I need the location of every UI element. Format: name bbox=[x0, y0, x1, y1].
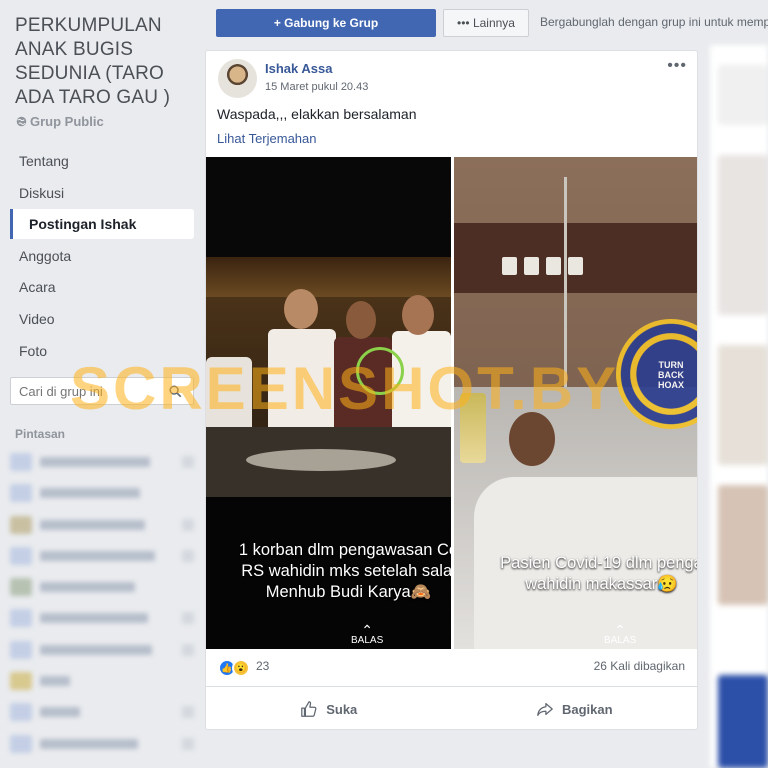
group-sidebar: PERKUMPULAN ANAK BUGIS SEDUNIA (TARO ADA… bbox=[0, 0, 200, 768]
reaction-icons[interactable]: 👍 😮 bbox=[218, 659, 250, 677]
author-name[interactable]: Ishak Assa bbox=[265, 61, 332, 76]
nav-item-postingan[interactable]: Postingan Ishak bbox=[10, 209, 194, 240]
post-actions: Suka Bagikan bbox=[206, 691, 697, 727]
like-label: Suka bbox=[326, 701, 358, 717]
shortcut-item[interactable] bbox=[10, 513, 194, 537]
nav-item-diskusi[interactable]: Diskusi bbox=[10, 178, 194, 208]
group-nav: Tentang Diskusi Postingan Ishak Anggota … bbox=[10, 146, 194, 367]
post-card: Ishak Assa 15 Maret pukul 20.43 ••• Wasp… bbox=[205, 50, 698, 730]
post-options-icon[interactable]: ••• bbox=[667, 57, 687, 75]
nav-item-foto[interactable]: Foto bbox=[10, 336, 194, 366]
reaction-count[interactable]: 23 bbox=[256, 659, 269, 673]
search-icon[interactable] bbox=[169, 384, 182, 398]
shortcut-icon bbox=[10, 484, 32, 503]
share-button[interactable]: Bagikan bbox=[452, 691, 698, 727]
reply-hint-right[interactable]: ⌃ BALAS bbox=[604, 622, 636, 647]
shortcut-icon bbox=[10, 703, 32, 722]
post-timestamp[interactable]: 15 Maret pukul 20.43 bbox=[265, 81, 368, 93]
shortcut-icon bbox=[10, 578, 32, 597]
shortcut-item[interactable] bbox=[10, 544, 194, 568]
reactions-row: 👍 😮 23 26 Kali dibagikan bbox=[206, 649, 697, 687]
share-count[interactable]: 26 Kali dibagikan bbox=[594, 659, 685, 673]
shortcuts-label: Pintasan bbox=[15, 427, 66, 441]
globe-icon bbox=[16, 116, 27, 127]
join-hint-text: Bergabunglah dengan grup ini untuk memp bbox=[540, 15, 768, 29]
group-type-label: Grup Public bbox=[30, 114, 104, 129]
photo-right-caption: Pasien Covid-19 dlm penga wahidin makass… bbox=[500, 554, 697, 593]
shortcut-item[interactable] bbox=[10, 638, 194, 662]
photo-right[interactable]: TURN BACK HOAX Pasien Covid-19 dlm penga… bbox=[454, 157, 697, 649]
right-column-blurred bbox=[710, 45, 768, 768]
post-text: Waspada,,, elakkan bersalaman bbox=[217, 106, 417, 122]
shortcut-item[interactable] bbox=[10, 450, 194, 474]
shortcut-item[interactable] bbox=[10, 481, 194, 505]
nav-item-video[interactable]: Video bbox=[10, 304, 194, 334]
shortcut-item[interactable] bbox=[10, 606, 194, 630]
shortcut-icon bbox=[10, 609, 32, 628]
shortcut-item[interactable] bbox=[10, 732, 194, 756]
like-button[interactable]: Suka bbox=[206, 691, 452, 727]
see-translation-link[interactable]: Lihat Terjemahan bbox=[217, 131, 317, 146]
shortcut-icon bbox=[10, 640, 32, 659]
post-media: 1 korban dlm pengawasan Co RS wahidin mk… bbox=[206, 157, 697, 649]
photo-left-caption: 1 korban dlm pengawasan Co RS wahidin mk… bbox=[238, 541, 451, 601]
shortcuts-list bbox=[10, 450, 194, 763]
shortcut-icon bbox=[10, 734, 32, 753]
group-privacy: Grup Public bbox=[16, 114, 104, 129]
chevron-up-icon: ⌃ bbox=[361, 622, 373, 638]
shortcut-item[interactable] bbox=[10, 700, 194, 724]
group-search-input[interactable] bbox=[19, 383, 169, 399]
wow-reaction-icon: 😮 bbox=[232, 659, 250, 677]
shortcut-icon bbox=[10, 453, 32, 471]
chevron-up-icon: ⌃ bbox=[614, 622, 626, 638]
thumbs-up-icon bbox=[301, 701, 317, 717]
nav-item-anggota[interactable]: Anggota bbox=[10, 241, 194, 271]
nav-item-tentang[interactable]: Tentang bbox=[10, 146, 194, 176]
photo-left[interactable]: 1 korban dlm pengawasan Co RS wahidin mk… bbox=[206, 157, 451, 649]
more-button[interactable]: ••• Lainnya bbox=[443, 9, 529, 37]
join-group-button[interactable]: + Gabung ke Grup bbox=[216, 9, 436, 37]
author-avatar[interactable] bbox=[218, 59, 257, 98]
share-label: Bagikan bbox=[561, 701, 613, 717]
shortcut-icon bbox=[10, 672, 32, 691]
shortcut-item[interactable] bbox=[10, 575, 194, 599]
nav-item-acara[interactable]: Acara bbox=[10, 272, 194, 302]
shortcut-icon bbox=[10, 515, 32, 534]
shortcut-item[interactable] bbox=[10, 669, 194, 693]
share-arrow-icon bbox=[537, 702, 553, 716]
group-search[interactable] bbox=[10, 377, 194, 405]
group-title[interactable]: PERKUMPULAN ANAK BUGIS SEDUNIA (TARO ADA… bbox=[15, 14, 195, 110]
shortcut-icon bbox=[10, 546, 32, 565]
reply-hint-left[interactable]: ⌃ BALAS bbox=[351, 622, 383, 647]
